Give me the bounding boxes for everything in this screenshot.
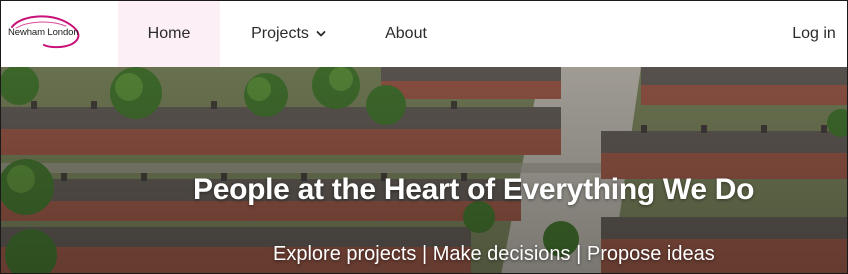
logo-wordmark: Newham London <box>8 27 79 38</box>
hero-banner: People at the Heart of Everything We Do … <box>1 67 847 273</box>
newham-london-logo[interactable]: Newham London <box>6 15 86 49</box>
nav-item-projects-label: Projects <box>251 25 309 42</box>
chevron-down-icon <box>316 31 326 37</box>
nav-item-projects[interactable]: Projects <box>236 1 341 67</box>
top-navigation-bar: Newham London Home Projects About Log in <box>1 1 847 67</box>
nav-item-home-label: Home <box>147 25 191 42</box>
login-label: Log in <box>792 25 836 42</box>
nav-item-about[interactable]: About <box>361 1 451 67</box>
hero-subtitle: Explore projects | Make decisions | Prop… <box>273 243 715 265</box>
nav-item-about-label: About <box>385 25 427 42</box>
hero-title: People at the Heart of Everything We Do <box>193 173 755 206</box>
nav-item-home[interactable]: Home <box>118 1 220 67</box>
page-frame: Newham London Home Projects About Log in <box>0 0 848 274</box>
login-link[interactable]: Log in <box>779 1 847 67</box>
